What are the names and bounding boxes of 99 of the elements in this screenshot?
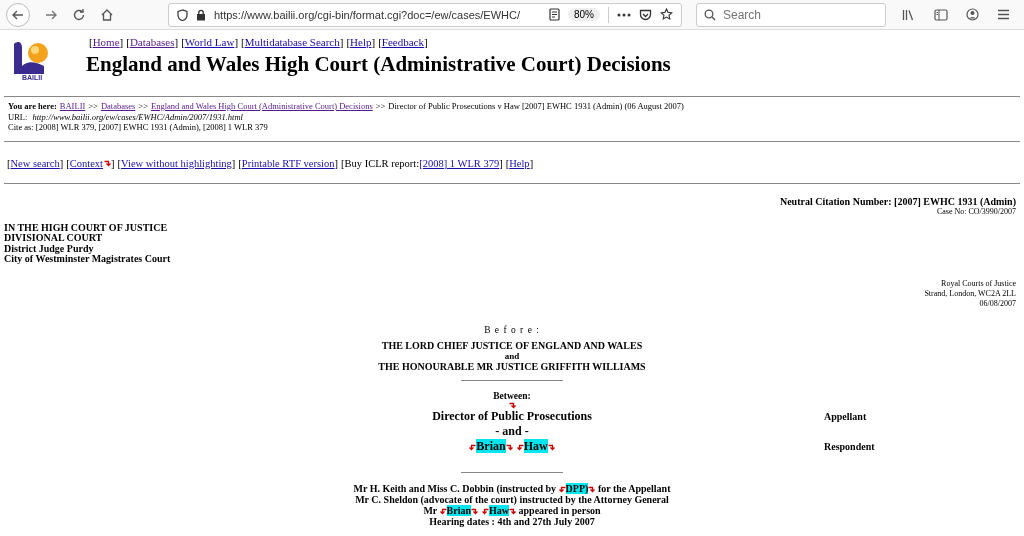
breadcrumb-label: You are here:	[8, 101, 57, 111]
judge-line: THE HONOURABLE MR JUSTICE GRIFFITH WILLIAMS	[377, 361, 647, 372]
judge-line: and	[503, 351, 521, 362]
bracket: [	[126, 36, 130, 48]
home-icon[interactable]	[100, 7, 114, 22]
url-value: http://www.bailii.org/ew/cases/EWHC/Admin/2007/1931.html	[32, 111, 243, 122]
bracket: ]	[119, 36, 124, 48]
highlighted-term: Haw	[489, 505, 510, 516]
action-text: Buy ICLR report:	[344, 157, 420, 169]
reload-icon[interactable]	[72, 7, 86, 22]
party-role: Appellant	[824, 410, 867, 424]
bracket: ]	[339, 36, 344, 48]
menu-icon[interactable]	[997, 9, 1010, 20]
party-role: Respondent	[824, 440, 875, 454]
url-label: URL:	[8, 111, 28, 122]
bracket: ]	[234, 36, 239, 48]
court-line: IN THE HIGH COURT OF JUSTICE	[4, 222, 169, 233]
bracket: [	[238, 157, 242, 169]
citation-line: Cite as: [2008] WLR 379, [2007] EWHC 1931 (Admin), [2008] 1 WLR 379	[8, 122, 269, 133]
previous-hit-arrow-icon[interactable]	[516, 443, 524, 451]
pocket-icon[interactable]	[639, 8, 652, 21]
next-hit-arrow-icon[interactable]	[547, 443, 555, 451]
bracket: [	[346, 36, 351, 48]
party-name: Director of Public Prosecutions	[432, 409, 592, 423]
court-line: City of Westminster Magistrates Court	[4, 254, 172, 265]
action-link[interactable]: New search	[10, 157, 60, 169]
between-heading: Between:	[492, 391, 532, 401]
appearance-text: for the Appellant	[596, 483, 671, 494]
nav-link[interactable]: Help	[350, 36, 372, 48]
account-icon[interactable]	[966, 8, 979, 21]
next-hit-arrow-icon[interactable]	[471, 508, 479, 516]
url-text: https://www.bailii.org/cgi-bin/format.cgi?doc=/ew/cases/EWHC/	[214, 8, 521, 21]
court-line: DIVISIONAL COURT	[4, 233, 104, 244]
page-title: England and Wales High Court (Administrative Court) Decisions	[86, 52, 671, 77]
bracket: [	[341, 157, 345, 169]
bracket: ]	[174, 36, 179, 48]
before-heading: B e f o r e :	[483, 324, 541, 335]
breadcrumb-link[interactable]: BAILII	[59, 101, 86, 111]
next-hit-arrow-icon[interactable]	[505, 443, 513, 451]
star-icon[interactable]	[660, 8, 673, 21]
bracket: [	[378, 36, 382, 48]
bracket: ]	[231, 157, 236, 169]
highlighted-term: Brian	[476, 439, 506, 453]
action-link[interactable]: View without highlighting	[121, 157, 232, 169]
hit-arrow-icon[interactable]	[508, 402, 516, 409]
address-bar[interactable]: https://www.bailii.org/cgi-bin/format.cgi?doc=/ew/cases/EWHC/ 80%	[168, 2, 682, 27]
appearance-text: appeared in person	[517, 505, 601, 516]
bracket: ]	[499, 157, 503, 169]
next-hit-arrow-icon[interactable]	[509, 508, 517, 516]
breadcrumb-current: Director of Public Prosecutions v Haw [2007] EWHC 1931 (Admin) (06 August 2007)	[388, 101, 684, 111]
highlighted-term: Haw	[523, 439, 548, 453]
bracket: [	[117, 157, 121, 169]
bracket: [	[505, 157, 510, 169]
search-icon	[704, 8, 716, 21]
breadcrumb-link[interactable]: England and Wales High Court (Administrative Court) Decisions	[150, 101, 373, 111]
bracket: [	[89, 36, 93, 48]
next-hit-arrow-icon[interactable]	[104, 159, 111, 167]
back-button[interactable]	[6, 2, 30, 27]
breadcrumb-separator: >>	[138, 101, 148, 111]
appearance-text: Mr C. Sheldon (advocate of the court) instructed by the Attorney General	[355, 494, 669, 505]
bracket: ]	[334, 157, 338, 169]
bracket: [	[241, 36, 245, 48]
more-icon[interactable]	[617, 12, 631, 17]
judge-line: THE LORD CHIEF JUSTICE OF ENGLAND AND WALES	[380, 340, 644, 351]
address-line: 06/08/2007	[978, 298, 1017, 309]
reader-view-icon[interactable]	[549, 8, 560, 21]
address-line: Strand, London, WC2A 2LL	[923, 288, 1017, 299]
previous-hit-arrow-icon[interactable]	[439, 508, 447, 516]
bracket: [	[7, 157, 11, 169]
previous-hit-arrow-icon[interactable]	[558, 486, 566, 494]
lock-icon	[196, 8, 206, 21]
breadcrumb-separator: >>	[88, 101, 98, 111]
address-line: Royal Courts of Justice	[940, 278, 1017, 289]
nav-link[interactable]: Multidatabase Search	[244, 36, 340, 48]
bracket: ]	[59, 157, 64, 169]
bracket: ]	[371, 36, 376, 48]
bracket: ]	[111, 157, 115, 169]
and-separator: - and -	[495, 424, 529, 438]
bracket: ]	[423, 36, 428, 48]
bracket: [	[181, 36, 185, 48]
appearance-text: Mr H. Keith and Miss C. Dobbin (instructed by	[353, 483, 558, 494]
previous-hit-arrow-icon[interactable]	[482, 508, 490, 516]
nav-link[interactable]: Home	[92, 36, 120, 48]
shield-icon	[177, 8, 188, 21]
zoom-level-button[interactable]: 80%	[568, 8, 600, 21]
appearance-text: Hearing dates : 4th and 27th July 2007	[429, 516, 595, 527]
next-hit-arrow-icon[interactable]	[588, 486, 596, 494]
bracket: [	[66, 157, 70, 169]
library-icon[interactable]	[902, 8, 916, 21]
bracket: ]	[529, 157, 534, 169]
neutral-citation: Neutral Citation Number: [2007] EWHC 1931 (Admin)	[778, 195, 1017, 207]
breadcrumb-link[interactable]: Databases	[100, 101, 136, 111]
search-field[interactable]: Search	[696, 2, 886, 27]
appearance-text: Mr	[423, 505, 439, 516]
case-number: Case No: CO/3990/2007	[935, 206, 1017, 217]
breadcrumb-separator: >>	[375, 101, 386, 111]
action-link[interactable]: Help	[509, 157, 530, 169]
court-line: District Judge Purdy	[4, 243, 95, 254]
sidebar-icon[interactable]	[934, 8, 948, 21]
